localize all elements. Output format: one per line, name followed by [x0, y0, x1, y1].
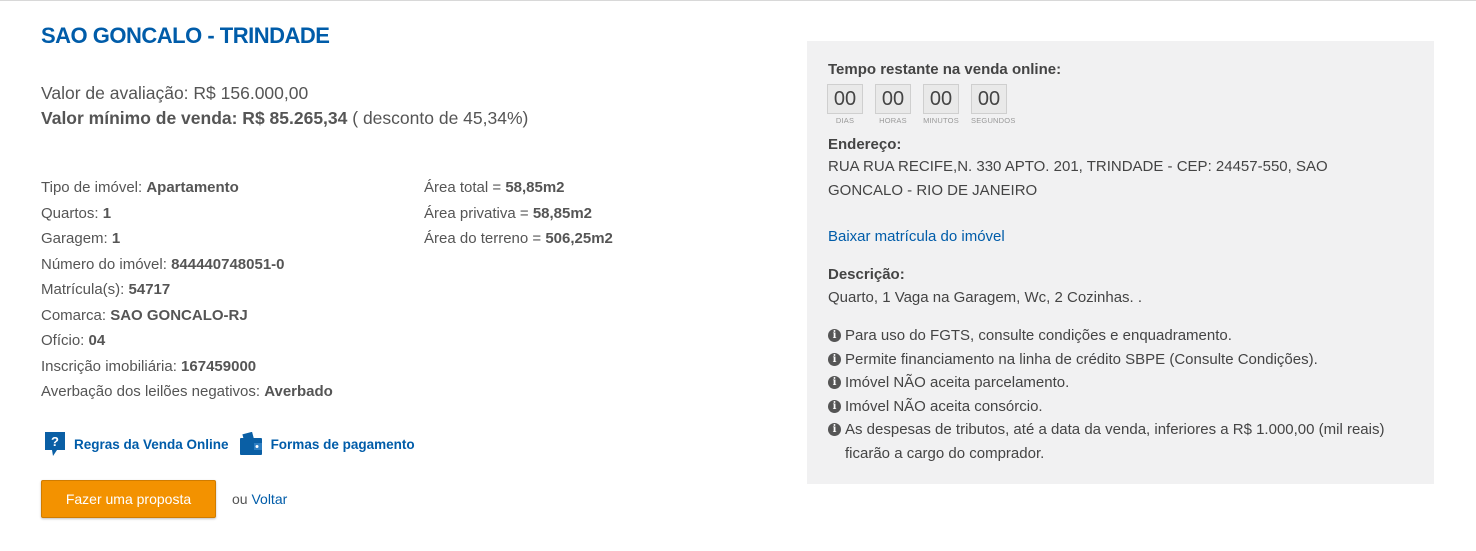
voltar-group: ou Voltar	[232, 491, 288, 507]
detail-comarca: Comarca: SAO GONCALO-RJ	[41, 306, 248, 324]
svg-text:?: ?	[51, 434, 59, 449]
formas-pagamento-link[interactable]: Formas de pagamento	[239, 432, 415, 456]
regras-link[interactable]: ? Regras da Venda Online	[44, 431, 229, 457]
info-icon: i	[828, 376, 841, 389]
info-item: i As despesas de tributos, até a data da …	[828, 418, 1388, 465]
detail-quartos: Quartos: 1	[41, 204, 112, 222]
tempo-label: Tempo restante na venda online:	[828, 61, 1062, 78]
detail-inscricao: Inscrição imobiliária: 167459000	[41, 357, 257, 375]
info-item: i Para uso do FGTS, consulte condições e …	[828, 324, 1388, 348]
sale-info-panel: Tempo restante na venda online: 00 DIAS 0…	[807, 41, 1434, 484]
info-links: ? Regras da Venda Online Formas de pagam…	[44, 431, 415, 457]
info-icon: i	[828, 352, 841, 366]
baixar-matricula-link[interactable]: Baixar matrícula do imóvel	[828, 228, 1005, 245]
details-left: Tipo de imóvel: Apartamento Quartos: 1 G…	[41, 175, 333, 405]
info-icon: i	[828, 329, 841, 342]
wallet-icon	[239, 432, 262, 455]
valor-avaliacao: Valor de avaliação: R$ 156.000,00	[41, 83, 309, 103]
detail-area-total: Área total = 58,85m2	[424, 179, 565, 196]
desconto: ( desconto de 45,34%)	[347, 108, 529, 128]
detail-numero: Número do imóvel: 844440748051-0	[41, 255, 285, 273]
info-item: i Permite financiamento na linha de crédi…	[828, 348, 1388, 372]
timer-minutos: 00 MINUTOS	[923, 84, 959, 125]
timer-horas: 00 HORAS	[875, 84, 911, 125]
valor-minimo-label: Valor mínimo de venda: R$ 85.265,34	[41, 108, 348, 128]
descricao-label: Descrição:	[828, 266, 905, 283]
endereco-label: Endereço:	[828, 136, 902, 153]
detail-area-terreno: Área do terreno = 506,25m2	[424, 230, 613, 247]
detail-averbacao: Averbação dos leilões negativos: Averbad…	[41, 383, 333, 400]
detail-tipo: Tipo de imóvel: Apartamento	[41, 179, 239, 196]
countdown-timer: 00 DIAS 00 HORAS 00 MINUTOS 00 SEGUNDOS	[827, 84, 1019, 125]
detail-area-privativa: Área privativa = 58,85m2	[424, 204, 593, 222]
endereco: RUA RUA RECIFE,N. 330 APTO. 201, TRINDAD…	[828, 158, 1328, 199]
detail-garagem: Garagem: 1	[41, 230, 121, 247]
detail-matricula: Matrícula(s): 54717	[41, 281, 171, 298]
timer-dias: 00 DIAS	[827, 84, 863, 125]
details-right: Área total = 58,85m2 Área privativa = 58…	[424, 175, 613, 252]
info-item: i Imóvel NÃO aceita parcelamento.	[828, 371, 1388, 395]
valor-minimo: Valor mínimo de venda: R$ 85.265,34 ( de…	[41, 108, 528, 129]
info-item: i Imóvel NÃO aceita consórcio.	[828, 395, 1388, 419]
fazer-proposta-button[interactable]: Fazer uma proposta	[41, 480, 216, 518]
timer-segundos: 00 SEGUNDOS	[971, 84, 1015, 125]
detail-oficio: Ofício: 04	[41, 332, 106, 349]
page-title: SAO GONCALO - TRINDADE	[41, 23, 330, 48]
voltar-link[interactable]: Voltar	[251, 491, 287, 507]
info-icon: i	[828, 423, 841, 436]
question-icon: ?	[45, 432, 65, 456]
descricao: Quarto, 1 Vaga na Garagem, Wc, 2 Cozinha…	[828, 289, 1143, 306]
info-icon: i	[828, 399, 841, 413]
info-list: i Para uso do FGTS, consulte condições e …	[828, 324, 1388, 465]
